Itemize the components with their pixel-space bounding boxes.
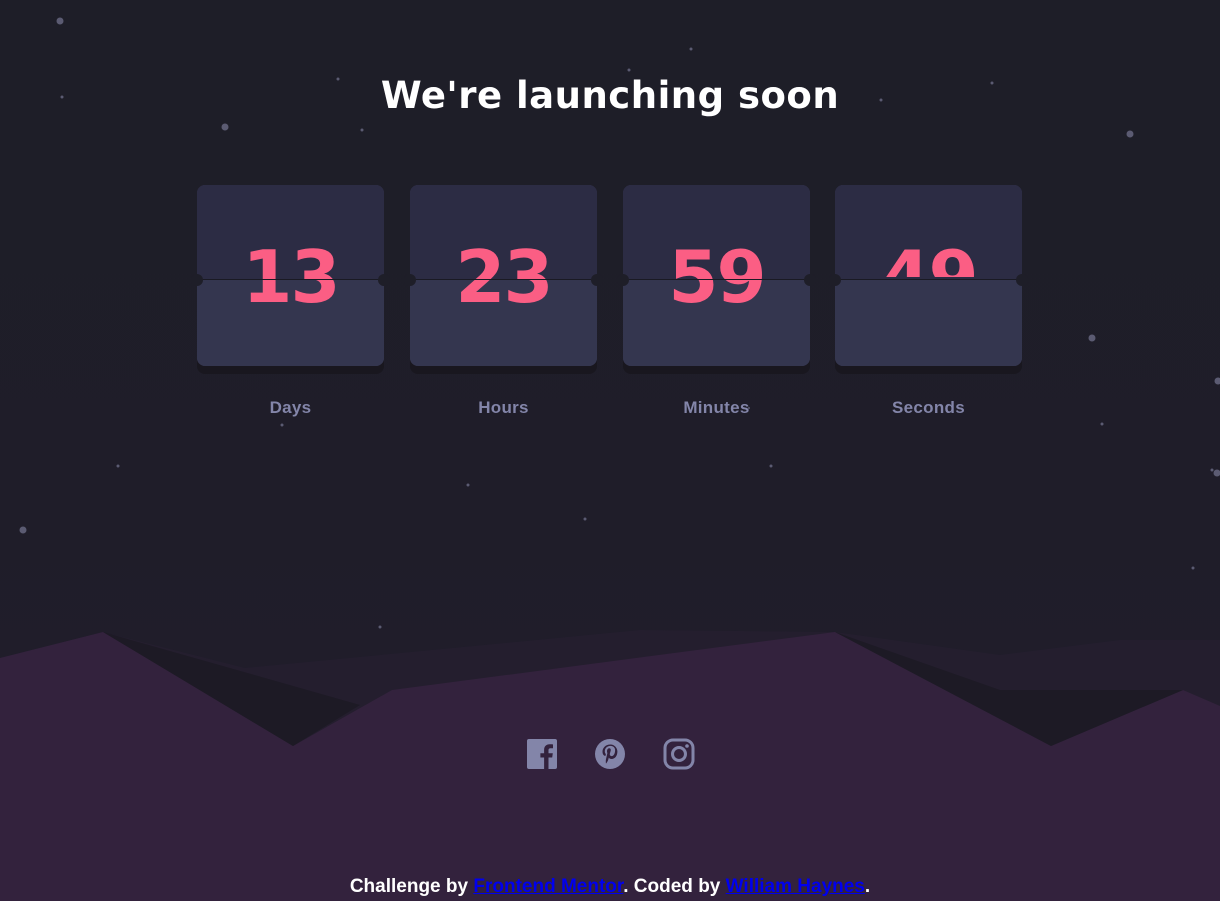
countdown-hours: 23 Hours	[404, 185, 603, 418]
days-label: Days	[269, 398, 312, 417]
flip-card-days: 13	[197, 185, 384, 366]
hours-value: 23	[455, 235, 553, 319]
countdown-seconds: 49 Seconds	[829, 185, 1028, 418]
seconds-label: Seconds	[892, 398, 965, 417]
author-link[interactable]: William Haynes	[726, 876, 865, 897]
minutes-value: 59	[668, 235, 766, 319]
flip-card-minutes: 59	[623, 185, 810, 366]
countdown-days: 13 Days	[191, 185, 390, 418]
attribution-prefix: Challenge by	[349, 876, 474, 897]
countdown-timer: 13 Days 23 Hours 59 Minutes 49	[191, 185, 1028, 425]
social-links	[525, 737, 697, 771]
minutes-label: Minutes	[683, 398, 750, 417]
attribution-middle: . Coded by	[623, 876, 726, 897]
attribution-suffix: .	[864, 876, 871, 897]
page-title: We're launching soon	[380, 74, 840, 117]
instagram-icon[interactable]	[662, 737, 696, 771]
pinterest-icon[interactable]	[593, 737, 627, 771]
days-value: 13	[242, 235, 340, 319]
frontend-mentor-link[interactable]: Frontend Mentor	[473, 876, 623, 897]
attribution: Challenge by Frontend Mentor. Coded by W…	[0, 876, 1220, 898]
countdown-minutes: 59 Minutes	[617, 185, 816, 418]
flip-card-seconds: 49	[835, 185, 1022, 366]
flip-card-hours: 23	[410, 185, 597, 366]
hours-label: Hours	[478, 398, 529, 417]
facebook-icon[interactable]	[525, 737, 559, 771]
